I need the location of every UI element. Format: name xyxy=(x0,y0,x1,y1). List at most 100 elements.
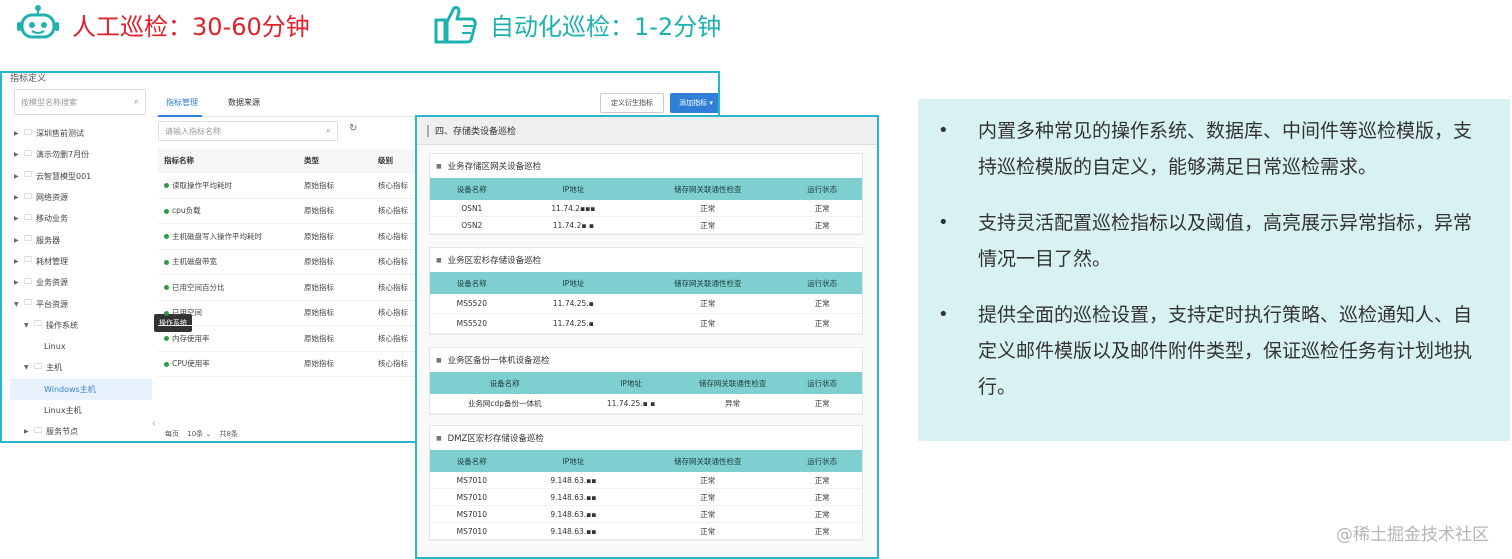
tree-item[interactable]: ▶ 🗀 演示勿删7月份 xyxy=(10,144,152,165)
column-header: 运行状态 xyxy=(807,378,838,388)
tree-item[interactable]: Windows主机 xyxy=(10,378,152,400)
tree-item-label: Windows主机 xyxy=(44,384,96,394)
table-row[interactable]: 主机磁盘带宽 原始指标 核心指标 xyxy=(158,250,420,275)
table-row[interactable]: 已用空间百分比 原始指标 核心指标 xyxy=(158,275,420,301)
tree-item-label: 网络资源 xyxy=(36,193,68,203)
tree-item[interactable]: ▶ 🗀 耗材管理 xyxy=(10,251,152,272)
table-row[interactable]: 内存使用率 原始指标 核心指标 xyxy=(158,326,420,352)
tree-item[interactable]: ▶ 🗀 服务节点 xyxy=(10,421,152,441)
section-title: ■ 业务区备份一体机设备巡检 xyxy=(436,356,550,366)
table-row[interactable]: cpu负载 原始指标 核心指标 xyxy=(158,199,420,224)
metric-level-cell: 核心指标 xyxy=(378,206,408,216)
ip-address-cell: 11.74.25.▪ ▪ xyxy=(606,399,656,408)
tree-item-label: 演示勿删7月份 xyxy=(36,150,90,160)
table-row[interactable]: 已用空间 原始指标 核心指标 xyxy=(158,301,420,326)
folder-icon: 🗀 xyxy=(24,298,32,308)
folder-icon: 🗀 xyxy=(24,212,32,222)
status-dot-icon xyxy=(164,259,169,265)
feature-text: 提供全面的巡检设置，支持定时执行策略、巡检通知人、自定义邮件模版以及邮件附件类型… xyxy=(978,304,1473,398)
caret-right-icon[interactable]: ▶ xyxy=(14,279,24,286)
table-row[interactable]: 读取操作平均耗时 原始指标 核心指标 xyxy=(158,173,420,199)
column-header: IP地址 xyxy=(620,378,642,388)
metric-name-cell: 已用空间 xyxy=(158,307,298,318)
header-bar xyxy=(427,124,429,137)
tree-item[interactable]: ▶ 🗀 网络资源 xyxy=(10,187,152,208)
status-dot-icon xyxy=(164,361,169,367)
tree-item-label: 平台资源 xyxy=(36,299,68,309)
metric-name-cell: 已用空间百分比 xyxy=(158,282,298,293)
tree-item[interactable]: ▶ 🗀 业务资源 xyxy=(10,272,152,293)
storage-inspection-report: 四、存储类设备巡检 ■ 业务存储区网关设备巡检 设备名称 IP地址 储存网关联通性检查运… xyxy=(415,115,879,559)
metric-type-cell: 原始指标 xyxy=(304,206,334,216)
tree-search-input[interactable]: 按模型名称搜索 ⌕ xyxy=(14,89,146,115)
device-name-cell: MS7010 xyxy=(456,492,487,502)
gateway-check-cell: 正常 xyxy=(700,203,716,213)
tab-data-source[interactable]: 数据来源 xyxy=(228,97,260,108)
section-title: ■ 业务存储区网关设备巡检 xyxy=(436,162,542,172)
caret-right-icon[interactable]: ▶ xyxy=(14,130,24,137)
tree-item[interactable]: ▶ 🗀 服务器 xyxy=(10,229,152,250)
tree-item[interactable]: ▶ 🗀 深圳售前测试 xyxy=(10,123,152,144)
device-name-cell: MS5520 xyxy=(456,299,487,308)
folder-icon: 🗀 xyxy=(34,319,42,329)
caret-right-icon[interactable]: ▶ xyxy=(14,151,24,158)
metric-type-cell: 原始指标 xyxy=(304,257,334,267)
table-row: MS5520 11.74.25.▪ 正常 正常 xyxy=(430,294,862,314)
total-count: 共8条 xyxy=(219,430,238,438)
pagination: 每页 10条 ⌄ 共8条 xyxy=(165,429,244,439)
caret-down-icon[interactable]: ▼ xyxy=(24,322,34,329)
tree-item[interactable]: Linux xyxy=(10,336,152,357)
caret-right-icon[interactable]: ▶ xyxy=(14,237,24,244)
tree-item-label: 耗材管理 xyxy=(36,256,68,266)
metric-level-cell: 核心指标 xyxy=(378,257,408,267)
table-row[interactable]: CPU使用率 原始指标 核心指标 xyxy=(158,352,420,377)
folder-icon: 🗀 xyxy=(34,361,42,371)
tree-item[interactable]: ▶ 🗀 云智慧模型001 xyxy=(10,166,152,187)
table-header: 设备名称 IP地址 储存网关联通性检查 运行状态 xyxy=(430,272,862,294)
inspection-section: ■ 业务存储区网关设备巡检 设备名称 IP地址 储存网关联通性检查 运行状态 OSN1 11.… xyxy=(429,153,863,235)
robot-icon xyxy=(17,5,59,39)
tree-item[interactable]: ▼ 🗀 主机 xyxy=(10,357,152,378)
caret-right-icon[interactable]: ▶ xyxy=(14,173,24,180)
ip-address-cell: 11.74.25.▪ xyxy=(552,319,594,328)
table-row: MS7010 9.148.63.▪▪ 正常 正常 xyxy=(430,489,862,506)
gateway-check-cell: 异常 xyxy=(725,399,741,408)
caret-right-icon[interactable]: ▶ xyxy=(14,215,24,222)
tree-item-label: Linux主机 xyxy=(44,406,82,415)
tab-metric-management[interactable]: 指标管理 xyxy=(166,97,198,108)
table-row[interactable]: 主机磁盘写入操作平均耗时 原始指标 核心指标 xyxy=(158,224,420,250)
status-dot-icon xyxy=(164,310,169,316)
caret-down-icon[interactable]: ▼ xyxy=(24,364,34,371)
watermark: @稀土掘金技术社区 xyxy=(1336,525,1489,545)
caret-down-icon[interactable]: ▼ xyxy=(14,301,24,308)
ip-address-cell: 9.148.63.▪▪ xyxy=(550,526,597,536)
scroll-left-icon[interactable]: ‹ xyxy=(152,419,156,429)
tree-item[interactable]: ▼ 🗀 操作系统 xyxy=(10,315,152,336)
feature-description-box: • 内置多种常见的操作系统、数据库、中间件等巡检模版，支持巡检模版的自定义，能够… xyxy=(918,99,1510,441)
refresh-icon[interactable]: ↻ xyxy=(349,123,357,134)
tree-item[interactable]: ▼ 🗀 平台资源 xyxy=(10,293,152,314)
caret-right-icon[interactable]: ▶ xyxy=(24,428,34,435)
column-header: 设备名称 xyxy=(456,184,487,194)
pager-label: 每页 xyxy=(165,430,179,438)
status-dot-icon xyxy=(164,183,169,189)
section-title: ■ 业务区宏杉存储设备巡检 xyxy=(436,256,542,266)
metric-search-input[interactable]: 请输入指标名称 ⌕ xyxy=(158,121,338,141)
caret-right-icon[interactable]: ▶ xyxy=(14,194,24,201)
caret-right-icon[interactable]: ▶ xyxy=(14,258,24,265)
tree-item[interactable]: Linux主机 xyxy=(10,400,152,421)
define-derived-metric-button[interactable]: 定义衍生指标 xyxy=(600,93,664,113)
manual-inspection-text: 人工巡检：30-60分钟 xyxy=(72,12,310,41)
status-dot-icon xyxy=(164,234,169,240)
device-name-cell: MS5520 xyxy=(456,319,487,328)
gateway-check-cell: 正常 xyxy=(700,299,716,308)
tree-item[interactable]: ▶ 🗀 移动业务 xyxy=(10,208,152,229)
ip-address-cell: 11.74.25.▪ xyxy=(552,299,594,308)
run-status-cell: 正常 xyxy=(814,220,830,230)
page-size-select[interactable]: 10条 ⌄ xyxy=(187,430,211,438)
add-metric-button[interactable]: 添加指标 ▾ xyxy=(670,93,718,113)
table-row: OSN2 11.74.2▪ ▪ 正常 正常 xyxy=(430,217,862,234)
device-name-cell: MS7010 xyxy=(456,526,487,536)
inspection-section: ■ DMZ区宏杉存储设备巡检 设备名称 IP地址 储存网关联通性检查 运行状态 MS7010… xyxy=(429,425,863,541)
folder-icon: 🗀 xyxy=(24,170,32,180)
